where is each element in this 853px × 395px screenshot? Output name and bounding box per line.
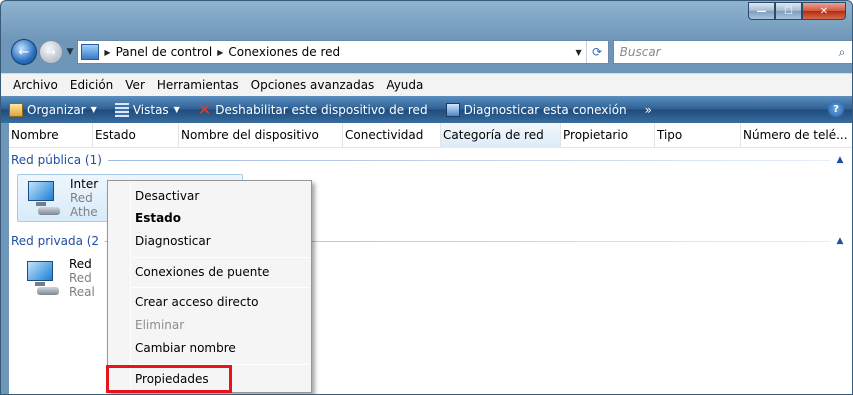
group-title: Red privada (2 xyxy=(11,234,100,248)
menu-ver[interactable]: Ver xyxy=(119,78,151,92)
monitor-shape xyxy=(27,261,53,281)
back-button[interactable]: ← xyxy=(11,39,37,65)
column-header-propietario[interactable]: Propietario xyxy=(561,122,655,148)
breadcrumb-network-connections[interactable]: Conexiones de red xyxy=(228,45,340,59)
address-row: ← → ▼ ▶ Panel de control ▶ Conexiones de… xyxy=(1,35,852,69)
context-menu: Desactivar Estado Diagnosticar Conexione… xyxy=(107,180,312,393)
group-divider xyxy=(107,159,830,161)
close-glyph: ✕ xyxy=(819,5,829,17)
network-adapter-icon xyxy=(18,175,70,223)
item-device: Athe xyxy=(70,205,98,219)
menu-bar: Archivo Edición Ver Herramientas Opcione… xyxy=(1,73,852,96)
address-bar[interactable]: ▶ Panel de control ▶ Conexiones de red ▼… xyxy=(77,40,609,64)
menu-item-eliminar: Eliminar xyxy=(135,318,185,332)
column-header-estado[interactable]: Estado xyxy=(93,122,179,148)
column-header-nombre[interactable]: Nombre xyxy=(9,122,93,148)
chevron-down-icon: ▼ xyxy=(173,105,180,114)
item-device: Real xyxy=(69,285,95,299)
column-header-numero-telefono[interactable]: Número de telé... xyxy=(741,123,850,148)
menu-separator xyxy=(132,257,309,258)
breadcrumb-control-panel[interactable]: Panel de control xyxy=(116,45,213,59)
menu-archivo[interactable]: Archivo xyxy=(7,78,64,92)
organize-label: Organizar xyxy=(27,102,86,117)
diagnose-icon xyxy=(445,102,460,117)
menu-item-crear-acceso-directo[interactable]: Crear acceso directo xyxy=(135,295,259,309)
search-box: ⌕ xyxy=(612,40,852,64)
menu-item-cambiar-nombre[interactable]: Cambiar nombre xyxy=(135,341,236,355)
collapse-icon[interactable]: ▲ xyxy=(834,155,846,165)
item-text: Inter Red Athe xyxy=(70,175,98,221)
network-adapter-icon xyxy=(17,255,69,303)
disable-device-label: Deshabilitar este dispositivo de red xyxy=(215,102,428,117)
minimize-glyph: — xyxy=(756,5,767,17)
network-connections-window: — ☐ ✕ ← → ▼ ▶ Panel de control ▶ Conexio… xyxy=(0,0,853,395)
address-dropdown-icon[interactable]: ▼ xyxy=(572,48,586,57)
menu-separator xyxy=(132,287,309,288)
column-header-categoria-red[interactable]: Categoría de red xyxy=(441,122,561,148)
breadcrumb-separator-icon[interactable]: ▶ xyxy=(217,48,223,57)
maximize-glyph: ☐ xyxy=(784,5,793,17)
item-status: Red xyxy=(69,271,92,285)
forward-arrow-icon: → xyxy=(45,45,56,59)
context-menu-gutter xyxy=(130,183,131,390)
close-icon[interactable]: ✕ xyxy=(802,2,846,20)
item-name: Inter xyxy=(70,177,99,191)
command-bar: Organizar ▼ Vistas ▼ ✕ Deshabilitar este… xyxy=(1,96,852,123)
network-cable-shape xyxy=(38,207,60,215)
organize-button[interactable]: Organizar ▼ xyxy=(9,102,97,117)
control-panel-icon xyxy=(81,44,100,60)
monitor-stand-shape xyxy=(35,282,45,286)
group-header-public[interactable]: Red pública (1) ▲ xyxy=(11,153,846,167)
history-dropdown-icon[interactable]: ▼ xyxy=(67,47,74,57)
menu-item-desactivar[interactable]: Desactivar xyxy=(135,189,199,203)
menu-ayuda[interactable]: Ayuda xyxy=(380,78,429,92)
views-icon xyxy=(114,102,129,117)
views-button[interactable]: Vistas ▼ xyxy=(114,102,180,117)
menu-opciones-avanzadas[interactable]: Opciones avanzadas xyxy=(245,78,381,92)
item-text: Red Red Real xyxy=(69,255,95,303)
diagnose-connection-button[interactable]: Diagnosticar esta conexión xyxy=(445,102,627,117)
diagnose-connection-label: Diagnosticar esta conexión xyxy=(463,102,627,117)
menu-edicion[interactable]: Edición xyxy=(64,78,119,92)
caption-buttons: — ☐ ✕ xyxy=(748,2,846,20)
disable-x-icon: ✕ xyxy=(197,100,212,119)
monitor-shape xyxy=(28,181,54,201)
search-input[interactable] xyxy=(613,45,831,59)
collapse-icon[interactable]: ▲ xyxy=(834,236,846,246)
more-commands-button[interactable]: » xyxy=(645,103,652,117)
column-header-tipo[interactable]: Tipo xyxy=(655,122,741,148)
breadcrumb-separator-icon[interactable]: ▶ xyxy=(104,48,110,57)
network-cable-shape xyxy=(37,287,59,295)
group-title: Red pública (1) xyxy=(11,153,102,167)
back-arrow-icon: ← xyxy=(18,44,30,60)
minimize-icon[interactable]: — xyxy=(748,2,775,20)
highlight-box xyxy=(106,365,232,393)
organize-icon xyxy=(9,102,23,117)
chevron-down-icon: ▼ xyxy=(90,105,97,114)
menu-item-diagnosticar[interactable]: Diagnosticar xyxy=(135,234,211,248)
maximize-icon[interactable]: ☐ xyxy=(775,2,802,20)
disable-device-button[interactable]: ✕ Deshabilitar este dispositivo de red xyxy=(198,100,428,119)
item-name: Red xyxy=(69,257,92,271)
column-headers: Nombre Estado Nombre del dispositivo Con… xyxy=(9,122,852,148)
menu-item-estado[interactable]: Estado xyxy=(135,211,181,225)
column-header-conectividad[interactable]: Conectividad xyxy=(343,122,441,148)
monitor-stand-shape xyxy=(36,202,46,206)
more-chevron-icon: » xyxy=(644,102,652,117)
forward-button[interactable]: → xyxy=(38,40,63,64)
search-icon[interactable]: ⌕ xyxy=(831,41,852,63)
views-label: Vistas xyxy=(132,102,169,117)
menu-item-conexiones-puente[interactable]: Conexiones de puente xyxy=(135,265,269,279)
item-status: Red xyxy=(70,191,93,205)
refresh-icon[interactable]: ⟳ xyxy=(585,41,608,63)
help-icon[interactable]: ? xyxy=(828,101,844,117)
menu-herramientas[interactable]: Herramientas xyxy=(151,78,245,92)
column-header-nombre-dispositivo[interactable]: Nombre del dispositivo xyxy=(179,122,343,148)
